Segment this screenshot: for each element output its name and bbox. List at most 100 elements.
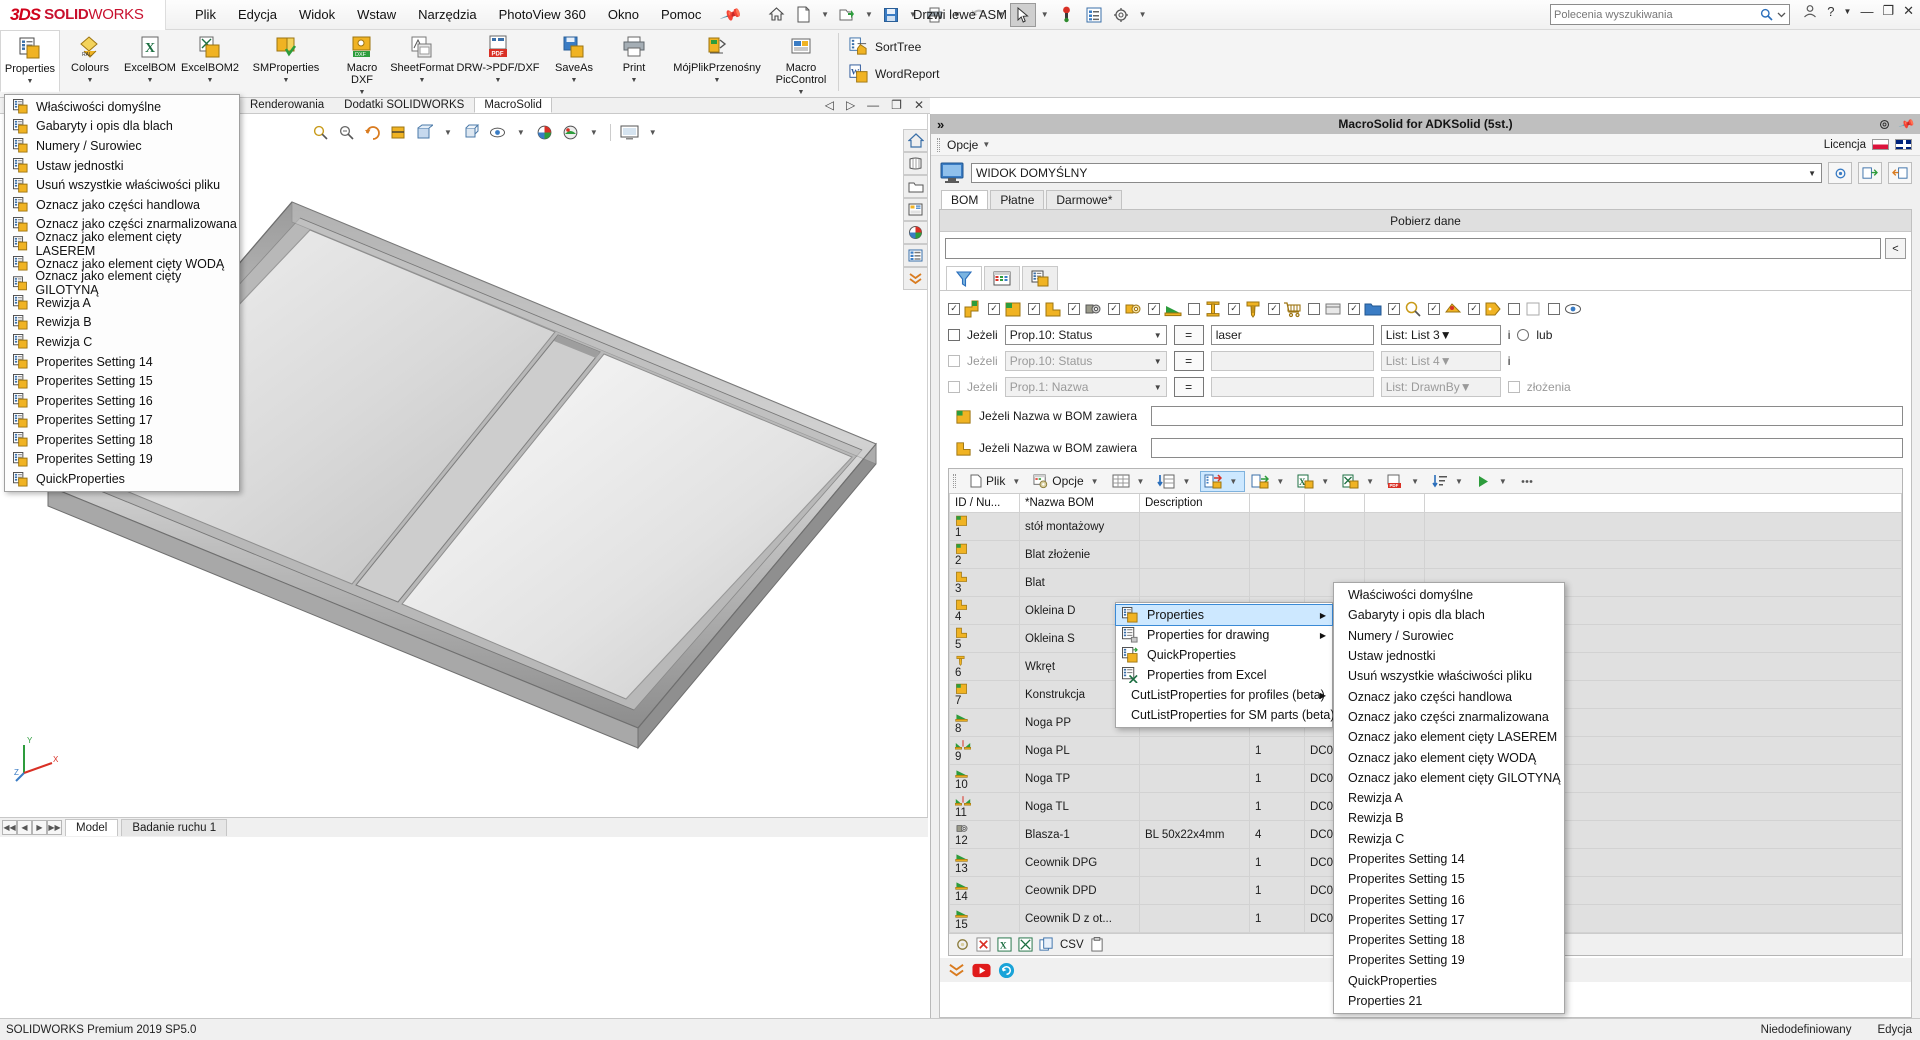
excelbom-dropdown-arrow[interactable]: ▼ — [147, 77, 154, 85]
checkbox-box[interactable] — [1308, 302, 1320, 315]
doc-minimize-button[interactable]: — — [867, 98, 879, 112]
condition-3-list-select[interactable]: List: DrawnBy ▼ — [1380, 377, 1501, 397]
folder-icon[interactable] — [903, 175, 927, 198]
submenu-item-rewizja-a[interactable]: Rewizja A — [1334, 788, 1564, 808]
bom-col-material[interactable] — [1304, 494, 1365, 513]
tab-renderowania[interactable]: Renderowania — [240, 97, 334, 113]
opcje-menu-button[interactable]: Opcje — [947, 138, 978, 152]
menu-item-ustaw-jednostki[interactable]: Ustaw jednostki — [5, 156, 239, 176]
ribbon-button-colours[interactable]: RAL Colours ▼ — [60, 30, 120, 92]
menu-item-plik[interactable]: Plik — [184, 3, 227, 26]
submenu-item-numery-surowiec[interactable]: Numery / Surowiec — [1334, 626, 1564, 646]
condition-1-value[interactable]: laser — [1210, 325, 1374, 345]
bom-run-button[interactable]: ▼ — [1473, 472, 1514, 491]
chevron-down-icon[interactable]: ▼ — [1008, 477, 1024, 486]
menu-item-edycja[interactable]: Edycja — [227, 3, 288, 26]
ribbon-button-properties[interactable]: Properties ▼ — [0, 30, 60, 92]
menu-item-setting-17[interactable]: Properites Setting 17 — [5, 411, 239, 431]
doc-restore-button[interactable]: ❐ — [891, 98, 902, 112]
refresh-icon[interactable] — [998, 962, 1015, 979]
chevron-down-orange-icon[interactable] — [948, 962, 965, 978]
view-import-button[interactable] — [1858, 162, 1882, 184]
excel-icon[interactable]: X — [997, 937, 1012, 952]
model-tree-icon[interactable] — [903, 152, 927, 175]
rebuild-icon[interactable] — [1054, 3, 1080, 27]
submenu-item-woda[interactable]: Oznacz jako element cięty WODĄ — [1334, 747, 1564, 767]
chevron-down-icon[interactable]: ▼ — [1407, 477, 1423, 486]
chevron-down-icon[interactable]: ▼ — [1317, 477, 1333, 486]
first-tab-button[interactable]: ◀◀ — [2, 820, 17, 835]
submenu-item-properties-21[interactable]: Properties 21 — [1334, 991, 1564, 1011]
condition-1-operator[interactable]: = — [1173, 325, 1204, 345]
condition-2-property-select[interactable]: Prop.10: Status ▼ — [1004, 351, 1167, 371]
menu-item-wlasciwosci-domyslne[interactable]: Właściwości domyślne — [5, 97, 239, 117]
submenu-item-quickproperties[interactable]: QuickProperties — [1334, 971, 1564, 991]
chevron-down-icon[interactable] — [903, 267, 927, 290]
doc-close-button[interactable]: ✕ — [914, 98, 924, 112]
checkbox-measure[interactable]: ✓ — [1428, 302, 1440, 315]
tab-macrosolid[interactable]: MacroSolid — [474, 97, 552, 113]
menu-item-usun-wszystkie[interactable]: Usuń wszystkie właściwości pliku — [5, 175, 239, 195]
bom-col-v2[interactable] — [1424, 494, 1902, 513]
submenu-arrow-icon[interactable]: ▶ — [1320, 631, 1326, 640]
view-settings-button[interactable] — [1828, 162, 1852, 184]
checkbox-assembly[interactable]: ✓ — [948, 302, 960, 315]
bottom-tab-badanie-ruchu[interactable]: Badanie ruchu 1 — [121, 819, 228, 836]
gear-icon[interactable] — [1878, 118, 1891, 131]
menu-item-widok[interactable]: Widok — [288, 3, 346, 26]
context-item-properties[interactable]: Properties ▶ — [1115, 604, 1333, 626]
bom-pdf-button[interactable]: PDF ▼ — [1384, 472, 1426, 491]
menu-item-setting-16[interactable]: Properites Setting 16 — [5, 391, 239, 411]
home-icon[interactable] — [903, 129, 927, 152]
checkbox-sheetmetal-gray[interactable]: ✓ — [1068, 302, 1080, 315]
chevron-down-icon[interactable]: ▼ — [1451, 477, 1467, 486]
checkbox-screw[interactable]: ✓ — [1228, 302, 1240, 315]
chevron-down-icon[interactable]: ▼ — [1460, 380, 1472, 394]
new-doc-icon[interactable] — [790, 3, 816, 27]
collapse-panel-button[interactable]: < — [1885, 238, 1906, 259]
pin-icon[interactable]: 📌 — [719, 2, 744, 26]
restore-button[interactable]: ❐ — [1882, 3, 1894, 19]
drag-grip[interactable] — [937, 137, 940, 152]
smproperties-dropdown-arrow[interactable]: ▼ — [283, 77, 290, 85]
help-dropdown-icon[interactable]: ▼ — [1844, 7, 1852, 16]
menu-item-rewizja-c[interactable]: Rewizja C — [5, 332, 239, 352]
tab-filter[interactable] — [946, 266, 982, 290]
condition-1-or-radio[interactable] — [1517, 329, 1530, 341]
checkbox-cart[interactable]: ✓ — [1268, 302, 1280, 315]
bom-col-description[interactable]: Description — [1139, 494, 1250, 513]
condition-1-checkbox[interactable] — [948, 329, 960, 341]
chevron-down-icon[interactable]: ▼ — [1154, 331, 1162, 340]
youtube-icon[interactable] — [972, 963, 991, 978]
gear-icon[interactable] — [955, 937, 970, 952]
table-row[interactable]: 2 Blat złożenie — [949, 540, 1902, 569]
chevron-down-icon[interactable]: ▼ — [1440, 328, 1452, 342]
close-red-icon[interactable] — [976, 937, 991, 952]
drw-pdf-dxf-dropdown-arrow[interactable]: ▼ — [495, 77, 502, 85]
colours-dropdown-arrow[interactable]: ▼ — [87, 77, 94, 85]
submenu-item-ustaw-jednostki[interactable]: Ustaw jednostki — [1334, 646, 1564, 666]
tab-dodatki-solidworks[interactable]: Dodatki SOLIDWORKS — [334, 97, 474, 113]
menu-item-wstaw[interactable]: Wstaw — [346, 3, 407, 26]
bom-sort-az-button[interactable]: ▼ — [1429, 472, 1470, 491]
submenu-item-oznacz-handlowa[interactable]: Oznacz jako części handlowa — [1334, 686, 1564, 706]
submenu-item-wlasciwosci-domyslne[interactable]: Właściwości domyślne — [1334, 585, 1564, 605]
prev-doc-button[interactable]: ◁ — [825, 98, 834, 112]
condition-3-operator[interactable]: = — [1173, 377, 1204, 397]
bom-col-nazwa[interactable]: *Nazwa BOM — [1019, 494, 1140, 513]
condition-1-property-select[interactable]: Prop.10: Status ▼ — [1004, 325, 1167, 345]
help-icon[interactable]: ? — [1827, 4, 1834, 19]
name-condition-1-input[interactable] — [1151, 406, 1903, 426]
condition-3-assembly-checkbox[interactable] — [1507, 381, 1520, 393]
opcje-dropdown-arrow[interactable]: ▼ — [978, 140, 994, 149]
ribbon-button-wordreport[interactable]: W WordReport — [845, 63, 943, 84]
options-list-icon[interactable] — [1081, 3, 1107, 27]
checkbox-weldment[interactable]: ✓ — [1148, 302, 1160, 315]
next-doc-button[interactable]: ▷ — [846, 98, 855, 112]
flag-gb-icon[interactable] — [1895, 139, 1912, 150]
condition-3-property-select[interactable]: Prop.1: Nazwa ▼ — [1004, 377, 1167, 397]
submenu-item-setting-17[interactable]: Properites Setting 17 — [1334, 910, 1564, 930]
open-folder-icon[interactable] — [834, 3, 860, 27]
submenu-item-setting-19[interactable]: Properites Setting 19 — [1334, 950, 1564, 970]
home-icon[interactable] — [763, 3, 789, 27]
